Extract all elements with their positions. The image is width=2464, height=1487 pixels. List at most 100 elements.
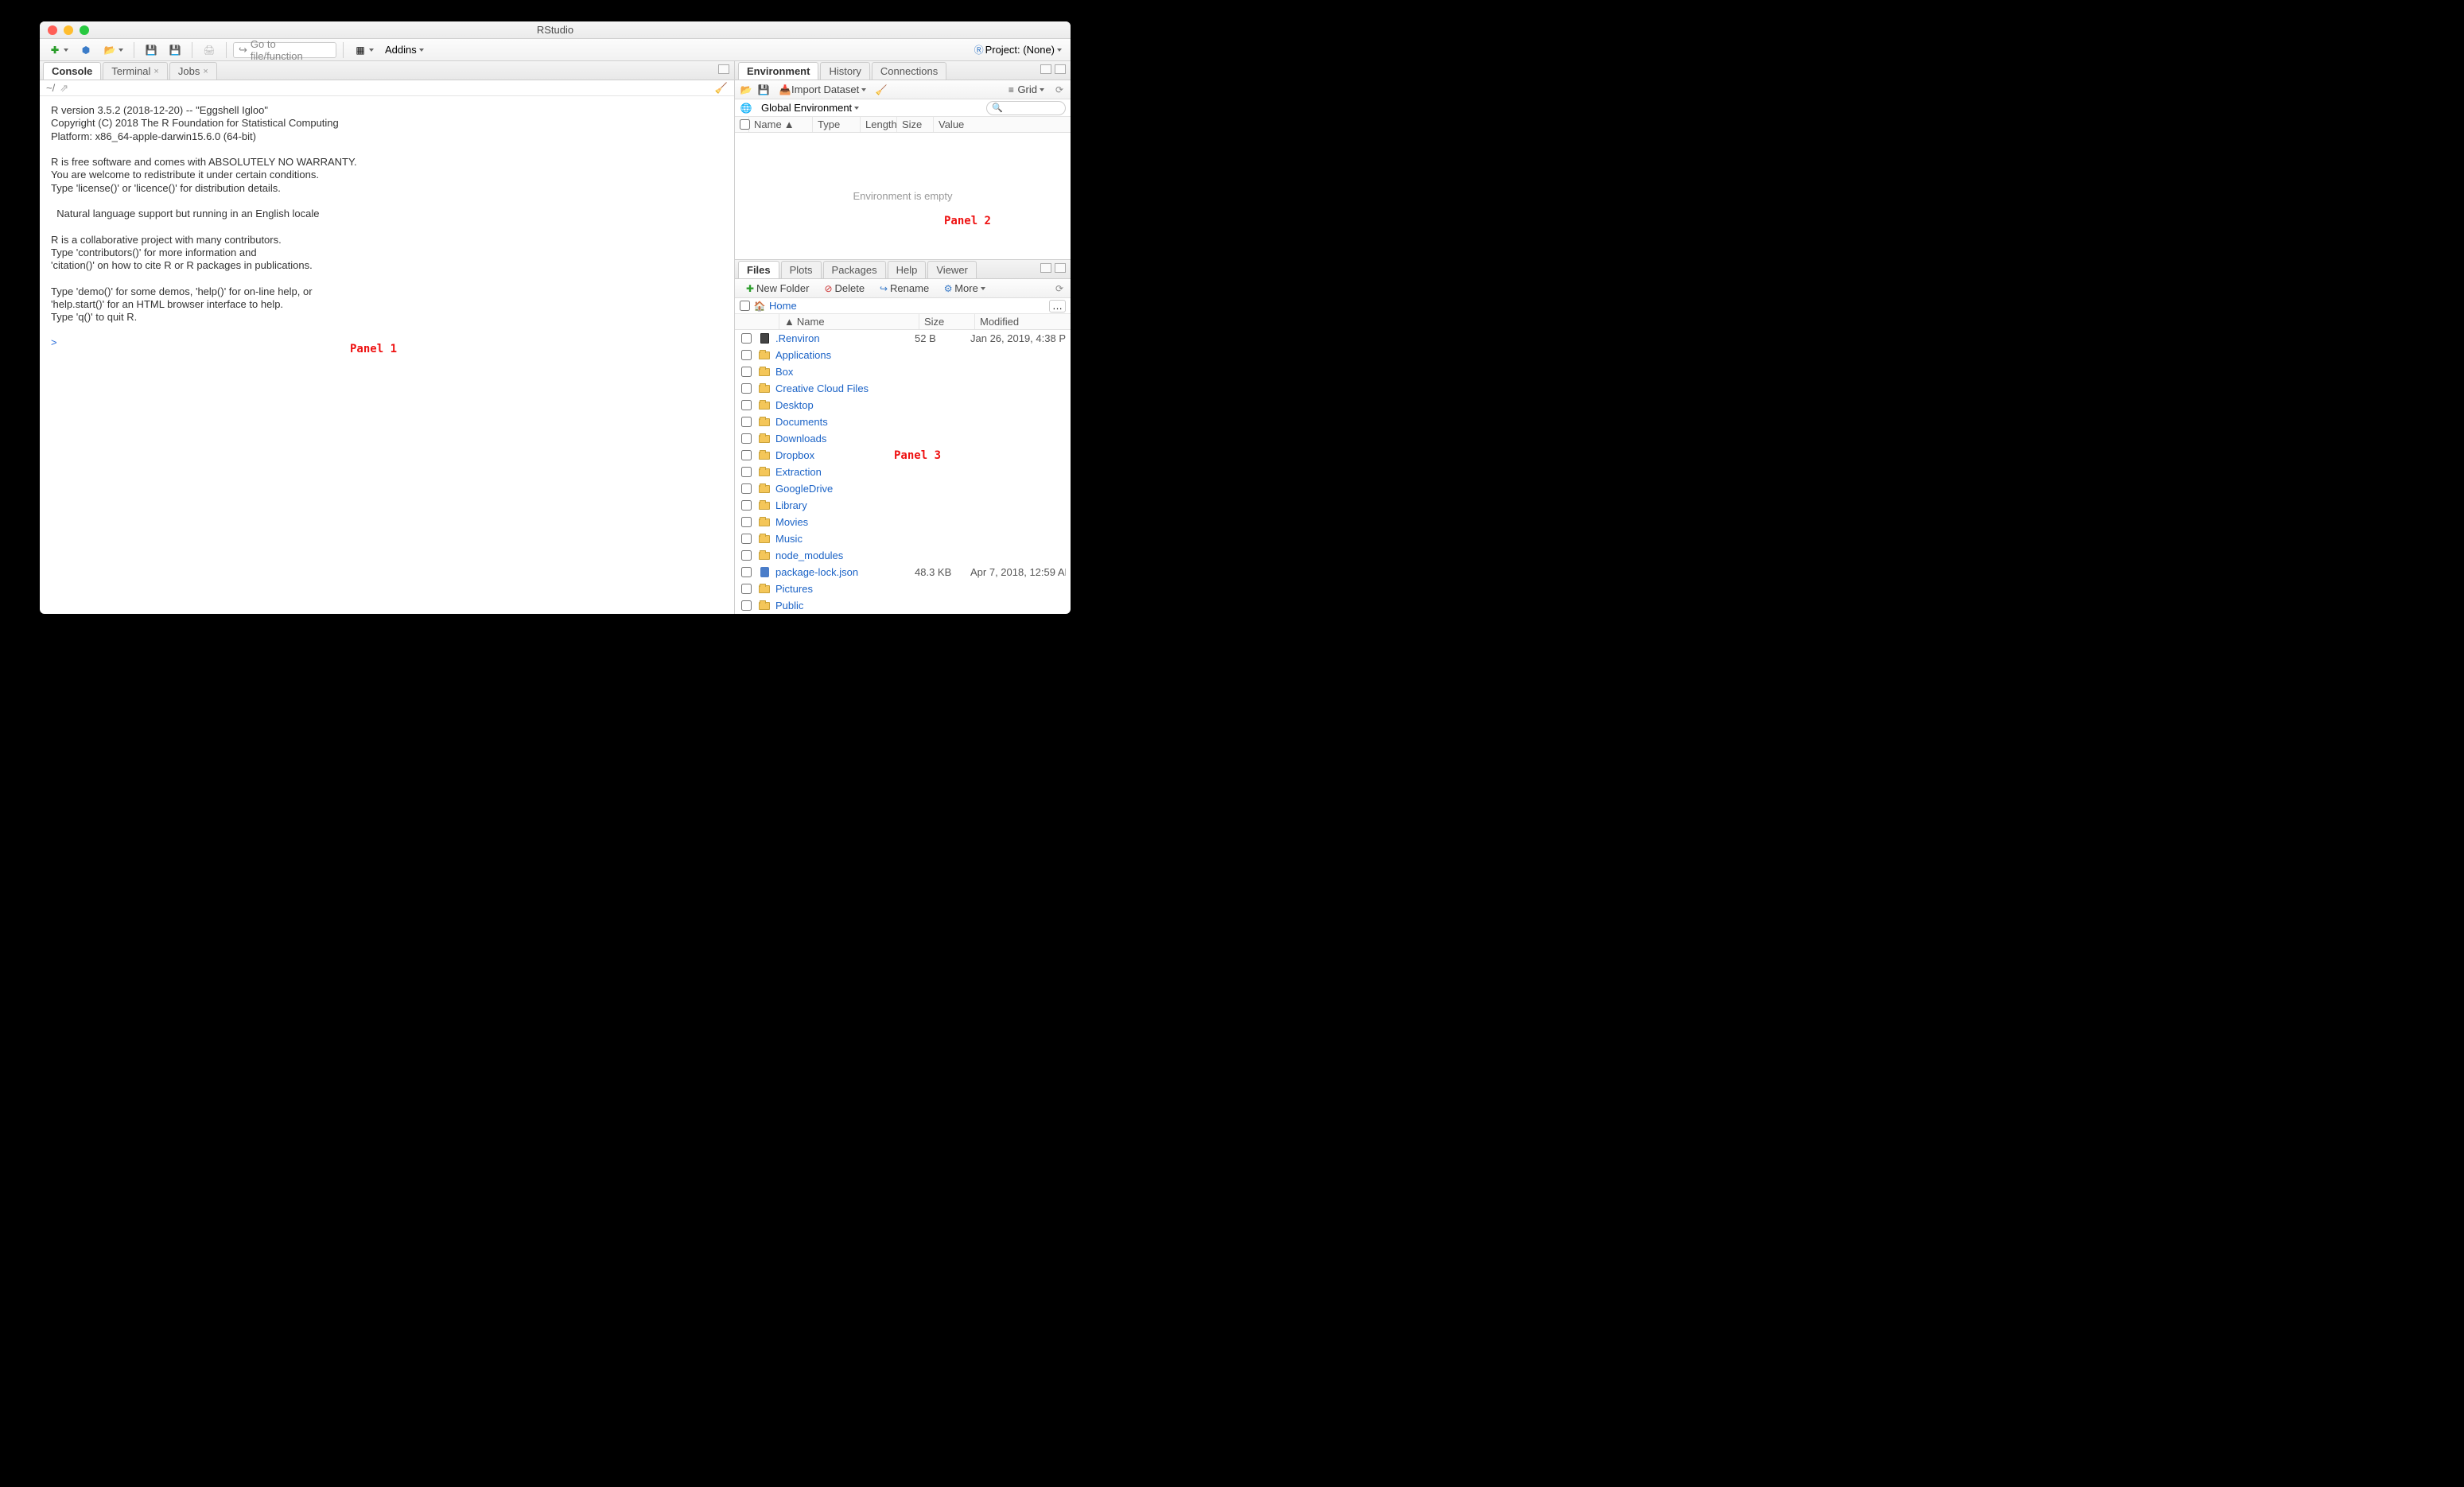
file-name[interactable]: Desktop [775,399,915,411]
file-checkbox[interactable] [741,517,752,527]
file-name[interactable]: Documents [775,416,915,428]
col-name[interactable]: Name ▲ [749,117,813,132]
more-button[interactable]: ⚙More [938,281,989,297]
file-row[interactable]: Public [735,597,1071,614]
console-output[interactable]: R version 3.5.2 (2018-12-20) -- "Eggshel… [40,96,734,614]
console-popout-icon[interactable]: ⇗ [60,82,68,95]
file-name[interactable]: Box [775,366,915,378]
file-name[interactable]: Music [775,533,915,545]
file-name[interactable]: Pictures [775,583,915,595]
tab-environment[interactable]: Environment [738,62,818,80]
import-dataset-button[interactable]: 📥Import Dataset [775,82,870,98]
col-type[interactable]: Type [813,117,861,132]
file-checkbox[interactable] [741,534,752,544]
addins-button[interactable]: Addins [381,42,428,58]
tab-jobs[interactable]: Jobs× [169,62,217,80]
file-checkbox[interactable] [741,567,752,577]
file-name[interactable]: Movies [775,516,915,528]
file-name[interactable]: node_modules [775,549,915,561]
save-all-button[interactable]: 💾 [165,42,185,58]
tab-viewer[interactable]: Viewer [927,261,977,278]
file-name[interactable]: .Renviron [775,332,915,344]
col-filename[interactable]: ▲ Name [779,314,919,329]
file-checkbox[interactable] [741,584,752,594]
file-name[interactable]: package-lock.json [775,566,915,578]
tools-grid-button[interactable]: ▦ [350,42,378,58]
col-size[interactable]: Size [897,117,934,132]
file-row[interactable]: Library [735,497,1071,514]
file-name[interactable]: Public [775,600,915,611]
file-name[interactable]: Library [775,499,915,511]
file-checkbox[interactable] [741,433,752,444]
file-row[interactable]: GoogleDrive [735,480,1071,497]
file-row[interactable]: Creative Cloud Files [735,380,1071,397]
col-modified[interactable]: Modified [975,314,1071,329]
file-row[interactable]: Applications [735,347,1071,363]
env-search-input[interactable]: 🔍 [986,101,1066,115]
files-select-all-checkbox[interactable] [740,301,750,311]
tab-connections[interactable]: Connections [872,62,946,80]
tab-history[interactable]: History [820,62,869,80]
save-button[interactable]: 💾 [141,42,161,58]
file-checkbox[interactable] [741,417,752,427]
file-row[interactable]: package-lock.json48.3 KBApr 7, 2018, 12:… [735,564,1071,580]
pane-maximize-button[interactable] [1055,64,1066,74]
file-checkbox[interactable] [741,350,752,360]
project-menu[interactable]: ⓇProject: (None) [969,42,1066,58]
pane-minimize-button[interactable] [1040,263,1051,273]
refresh-files-icon[interactable]: ⟳ [1053,282,1066,295]
breadcrumb-home[interactable]: Home [769,300,797,312]
file-checkbox[interactable] [741,550,752,561]
file-name[interactable]: GoogleDrive [775,483,915,495]
new-file-button[interactable]: ✚ [45,42,72,58]
file-row[interactable]: Box [735,363,1071,380]
file-name[interactable]: Creative Cloud Files [775,382,915,394]
env-scope-select[interactable]: Global Environment [757,100,863,116]
col-value[interactable]: Value [934,117,1071,132]
tab-terminal[interactable]: Terminal× [103,62,168,80]
pane-maximize-button[interactable] [1055,263,1066,273]
delete-button[interactable]: ⊘Delete [818,281,869,297]
file-checkbox[interactable] [741,600,752,611]
save-workspace-icon[interactable]: 💾 [757,83,770,96]
file-checkbox[interactable] [741,467,752,477]
pane-maximize-button[interactable] [718,64,729,74]
goto-file-input[interactable]: ↪Go to file/function [233,42,336,58]
path-dropdown[interactable]: … [1049,300,1066,313]
close-icon[interactable]: × [154,67,158,76]
file-row[interactable]: Music [735,530,1071,547]
file-row[interactable]: Pictures [735,580,1071,597]
refresh-env-icon[interactable]: ⟳ [1053,83,1066,96]
tab-plots[interactable]: Plots [781,261,822,278]
file-checkbox[interactable] [741,450,752,460]
clear-console-icon[interactable]: 🧹 [715,82,728,95]
print-button[interactable]: 🖨 [199,42,220,58]
rename-button[interactable]: ↪Rename [873,281,933,297]
file-checkbox[interactable] [741,367,752,377]
file-row[interactable]: .Renviron52 BJan 26, 2019, 4:38 PM [735,330,1071,347]
pane-minimize-button[interactable] [1040,64,1051,74]
tab-help[interactable]: Help [888,261,927,278]
file-checkbox[interactable] [741,500,752,511]
file-name[interactable]: Downloads [775,433,915,445]
open-file-button[interactable]: 📂 [99,42,127,58]
load-workspace-icon[interactable]: 📂 [740,83,752,96]
env-view-mode[interactable]: ≡Grid [1001,82,1048,98]
home-icon[interactable]: 🏠 [753,300,766,313]
col-length[interactable]: Length [861,117,897,132]
tab-files[interactable]: Files [738,261,779,278]
file-checkbox[interactable] [741,383,752,394]
new-project-button[interactable]: ⬢ [76,42,96,58]
file-row[interactable]: Extraction [735,464,1071,480]
clear-workspace-icon[interactable]: 🧹 [875,83,888,96]
file-checkbox[interactable] [741,483,752,494]
file-name[interactable]: Extraction [775,466,915,478]
file-checkbox[interactable] [741,333,752,344]
tab-console[interactable]: Console [43,62,101,80]
file-checkbox[interactable] [741,400,752,410]
file-row[interactable]: Documents [735,413,1071,430]
file-row[interactable]: node_modules [735,547,1071,564]
new-folder-button[interactable]: ✚New Folder [740,281,813,297]
col-filesize[interactable]: Size [919,314,975,329]
close-icon[interactable]: × [203,67,208,76]
